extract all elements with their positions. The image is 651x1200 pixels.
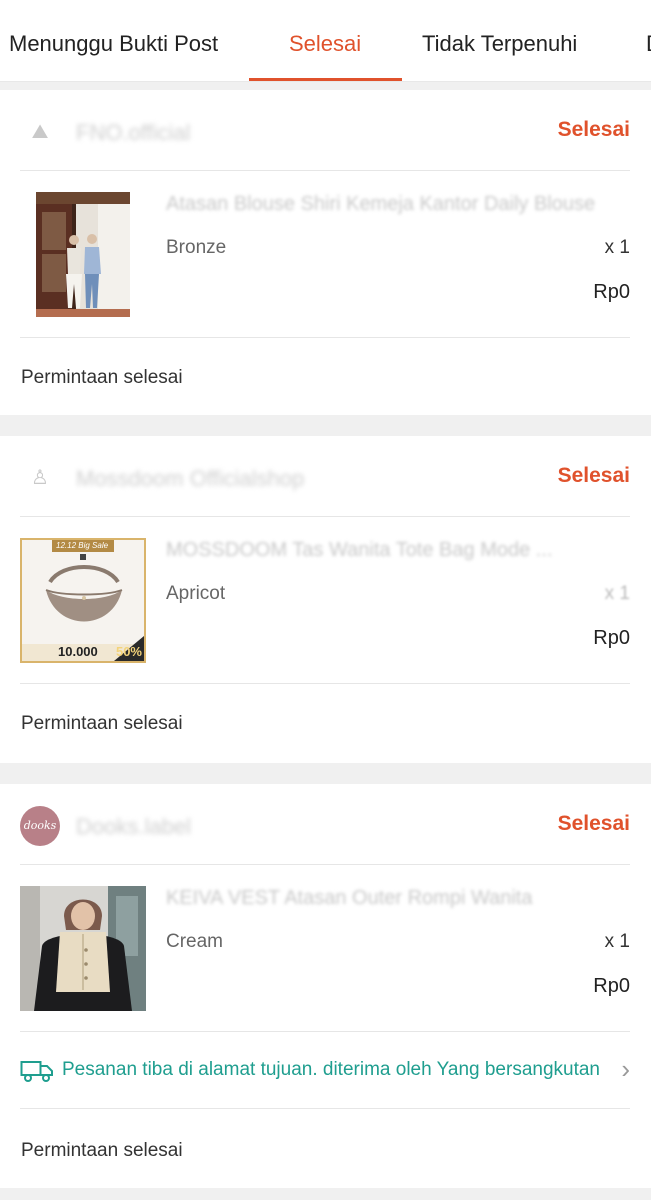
discount-badge: 50% (115, 644, 142, 659)
order-footer-status: Permintaan selesai (21, 1140, 183, 1161)
promo-price: 10.000 (58, 644, 98, 659)
product-price: Rp0 (593, 281, 630, 303)
order-status: Selesai (557, 464, 630, 487)
order-footer-status: Permintaan selesai (21, 713, 183, 734)
product-variant: Apricot (166, 583, 226, 604)
chevron-right-icon[interactable]: › (621, 1054, 630, 1085)
shop-avatar: dooks (20, 806, 60, 846)
active-tab-indicator (249, 78, 402, 81)
order-status: Selesai (557, 118, 630, 141)
product-thumbnail[interactable] (36, 192, 130, 317)
delivery-status-row[interactable]: Pesanan tiba di alamat tujuan. diterima … (20, 1032, 630, 1109)
product-variant: Bronze (166, 237, 227, 258)
product-quantity: x 1 (604, 931, 630, 952)
tab-tidak-terpenuhi[interactable]: Tidak Terpenuhi (422, 0, 577, 81)
product-name[interactable]: Atasan Blouse Shiri Kemeja Kantor Daily … (166, 193, 630, 216)
product-thumbnail[interactable] (20, 886, 146, 1011)
shop-icon: ♙ (31, 467, 49, 489)
tab-next-partial[interactable]: D (646, 0, 651, 81)
tab-menunggu-bukti-post[interactable]: Menunggu Bukti Post (9, 0, 218, 81)
product-price: Rp0 (593, 975, 630, 997)
product-name[interactable]: MOSSDOOM Tas Wanita Tote Bag Mode ... (166, 539, 630, 562)
order-status: Selesai (557, 812, 630, 835)
status-tab-bar: Menunggu Bukti Post Selesai Tidak Terpen… (0, 0, 651, 82)
shop-icon: ⛰ (31, 121, 49, 143)
shop-header[interactable]: ♙ Mossdoom Officialshop Selesai (20, 436, 630, 517)
order-card[interactable]: ⛰ FNO.official Selesai Atasan Blouse Shi… (0, 90, 651, 415)
shop-header[interactable]: ⛰ FNO.official Selesai (20, 90, 630, 171)
shop-header[interactable]: dooks Dooks.label Selesai (20, 784, 630, 865)
promo-banner: 12.12 Big Sale (56, 541, 109, 550)
product-price: Rp0 (593, 627, 630, 649)
product-thumbnail[interactable]: 12.12 Big Sale 10.000 50% (20, 538, 146, 663)
product-quantity: x 1 (604, 583, 630, 604)
shop-name[interactable]: Dooks.label (76, 814, 191, 840)
product-variant: Cream (166, 931, 224, 952)
tab-selesai[interactable]: Selesai (289, 0, 361, 81)
product-row[interactable]: 12.12 Big Sale 10.000 50% MOSSDOOM Tas W… (20, 517, 630, 684)
product-row[interactable]: KEIVA VEST Atasan Outer Rompi Wanita Cre… (20, 865, 630, 1032)
product-name[interactable]: KEIVA VEST Atasan Outer Rompi Wanita (166, 887, 630, 910)
product-quantity: x 1 (604, 237, 630, 258)
order-card[interactable]: dooks Dooks.label Selesai KEIVA VEST Ata… (0, 784, 651, 1188)
order-card[interactable]: ♙ Mossdoom Officialshop Selesai 12.12 Bi… (0, 436, 651, 763)
order-footer-status: Permintaan selesai (21, 367, 183, 388)
shop-name[interactable]: Mossdoom Officialshop (76, 466, 304, 492)
truck-icon (20, 1061, 53, 1082)
shop-name[interactable]: FNO.official (76, 120, 191, 146)
delivery-status-text[interactable]: Pesanan tiba di alamat tujuan. diterima … (62, 1059, 608, 1081)
product-row[interactable]: Atasan Blouse Shiri Kemeja Kantor Daily … (20, 171, 630, 338)
